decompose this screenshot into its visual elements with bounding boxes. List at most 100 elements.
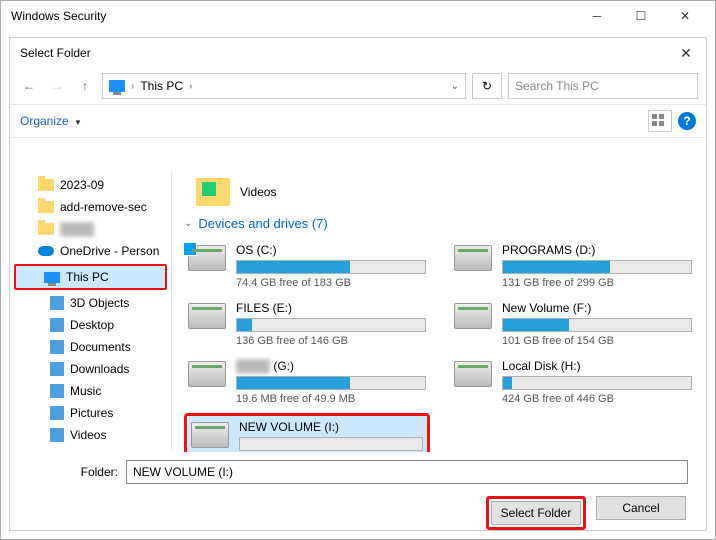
drive-free-text: 136 GB free of 146 GB	[236, 335, 426, 347]
folder-input[interactable]	[126, 460, 688, 484]
tree-item-label: Downloads	[70, 362, 129, 376]
tree-item-label: Desktop	[70, 318, 114, 332]
window-controls: ─ ☐ ✕	[575, 2, 707, 30]
drive-icon	[188, 361, 226, 387]
drive-icon	[454, 303, 492, 329]
drive-item[interactable]: OS (C:) 74.4 GB free of 183 GB	[184, 239, 430, 293]
drive-icon	[188, 303, 226, 329]
drive-name: NEW VOLUME (I:)	[239, 420, 423, 434]
drive-name: Local Disk (H:)	[502, 359, 692, 373]
help-button[interactable]: ?	[678, 112, 696, 130]
titlebar: Windows Security ─ ☐ ✕	[1, 1, 715, 31]
minimize-button[interactable]: ─	[575, 2, 619, 30]
drives-grid: OS (C:) 74.4 GB free of 183 GB PROGRAMS (D…	[178, 239, 696, 452]
dialog-footer: Folder: Select Folder Cancel	[10, 452, 706, 530]
tree-item-label: OneDrive - Person	[60, 244, 159, 258]
drive-free-text: 131 GB free of 299 GB	[502, 277, 692, 289]
capacity-bar	[236, 260, 426, 274]
drive-name: PROGRAMS (D:)	[502, 243, 692, 257]
refresh-button[interactable]: ↻	[472, 73, 502, 99]
drive-name: FILES (E:)	[236, 301, 426, 315]
tree-item[interactable]: add-remove-sec	[10, 196, 171, 218]
drive-icon	[188, 245, 226, 271]
dialog-close-button[interactable]: ✕	[676, 45, 696, 62]
search-placeholder: Search This PC	[515, 79, 599, 93]
capacity-bar	[502, 260, 692, 274]
system-folder-icon	[50, 406, 64, 420]
drive-free-text: 19.6 MB free of 49.9 MB	[236, 393, 426, 405]
system-folder-icon	[50, 384, 64, 398]
onedrive-icon	[38, 246, 54, 256]
folder-icon	[38, 179, 54, 191]
chevron-icon: ›	[131, 81, 134, 92]
dialog-body: 2023-09 add-remove-sec ████ OneDrive - Pers…	[10, 170, 706, 452]
drive-item[interactable]: NEW VOLUME (I:)14.8 GB free of 14.8 GB	[187, 416, 427, 452]
tree-item[interactable]: ████	[10, 218, 171, 240]
capacity-bar	[236, 318, 426, 332]
drive-item[interactable]: PROGRAMS (D:) 131 GB free of 299 GB	[450, 239, 696, 293]
tree-item-label: This PC	[66, 270, 109, 284]
dialog-titlebar: Select Folder ✕	[10, 38, 706, 68]
window-title: Windows Security	[9, 9, 575, 23]
chevron-down-icon: ▼	[74, 118, 82, 127]
cancel-button[interactable]: Cancel	[596, 496, 686, 520]
drive-item[interactable]: Local Disk (H:) 424 GB free of 446 GB	[450, 355, 696, 409]
dialog: Select Folder ✕ ← → ↑ › This PC › ⌄ ↻ Se…	[9, 37, 707, 531]
maximize-button[interactable]: ☐	[619, 2, 663, 30]
drive-item[interactable]: ████ (G:) 19.6 MB free of 49.9 MB	[184, 355, 430, 409]
pc-icon	[109, 80, 125, 92]
capacity-bar	[502, 376, 692, 390]
tree-item-label: Documents	[70, 340, 131, 354]
toolbar: Organize ▼ ?	[10, 104, 706, 138]
drive-name: ████ (G:)	[236, 359, 426, 373]
capacity-bar	[236, 376, 426, 390]
drive-free-text: 74.4 GB free of 183 GB	[236, 277, 426, 289]
select-folder-button[interactable]: Select Folder	[491, 501, 581, 525]
folder-icon	[38, 201, 54, 213]
capacity-bar	[239, 437, 423, 451]
tree-item[interactable]: Pictures	[10, 402, 171, 424]
tree-item[interactable]: Music	[10, 380, 171, 402]
up-button[interactable]: ↑	[74, 75, 96, 97]
drive-icon	[454, 245, 492, 271]
search-input[interactable]: Search This PC	[508, 73, 698, 99]
drive-item[interactable]: New Volume (F:)101 GB free of 154 GB	[450, 297, 696, 351]
tree-item[interactable]: This PC	[16, 266, 165, 288]
tree-item[interactable]: Downloads	[10, 358, 171, 380]
tree-item[interactable]: 3D Objects	[10, 292, 171, 314]
organize-button[interactable]: Organize ▼	[20, 114, 82, 128]
drive-icon	[454, 361, 492, 387]
back-button[interactable]: ←	[18, 75, 40, 97]
tree-item-label: Music	[70, 384, 101, 398]
forward-button[interactable]: →	[46, 75, 68, 97]
tree-item-label: Videos	[70, 428, 106, 442]
chevron-icon: ›	[189, 81, 192, 92]
folder-label: Folder:	[28, 465, 118, 479]
tree-item[interactable]: 2023-09	[10, 174, 171, 196]
address-bar[interactable]: › This PC › ⌄	[102, 73, 466, 99]
section-header-devices[interactable]: ⌄ Devices and drives (7)	[178, 210, 696, 239]
highlight-new-volume: NEW VOLUME (I:)14.8 GB free of 14.8 GB	[184, 413, 430, 452]
view-options-button[interactable]	[648, 110, 672, 132]
drive-name: OS (C:)	[236, 243, 426, 257]
tree-item[interactable]: Videos	[10, 424, 171, 446]
highlight-this-pc: This PC	[14, 264, 167, 290]
close-button[interactable]: ✕	[663, 2, 707, 30]
highlight-select-folder: Select Folder	[486, 496, 586, 530]
drive-item[interactable]: FILES (E:) 136 GB free of 146 GB	[184, 297, 430, 351]
app-window: Windows Security ─ ☐ ✕ Select Folder ✕ ←…	[0, 0, 716, 540]
drive-free-text: 424 GB free of 446 GB	[502, 393, 692, 405]
tree-item[interactable]: Documents	[10, 336, 171, 358]
videos-label: Videos	[240, 185, 276, 199]
address-dropdown-icon[interactable]: ⌄	[451, 81, 459, 92]
tree-item-label: Pictures	[70, 406, 113, 420]
tree-item[interactable]: OneDrive - Person	[10, 240, 171, 262]
tree-item[interactable]: Desktop	[10, 314, 171, 336]
videos-icon	[196, 178, 230, 206]
system-folder-icon	[50, 318, 64, 332]
folder-row-videos[interactable]: Videos	[178, 174, 696, 210]
system-folder-icon	[50, 428, 64, 442]
tree-item-label: add-remove-sec	[60, 200, 147, 214]
capacity-bar	[502, 318, 692, 332]
dialog-title: Select Folder	[20, 46, 91, 60]
